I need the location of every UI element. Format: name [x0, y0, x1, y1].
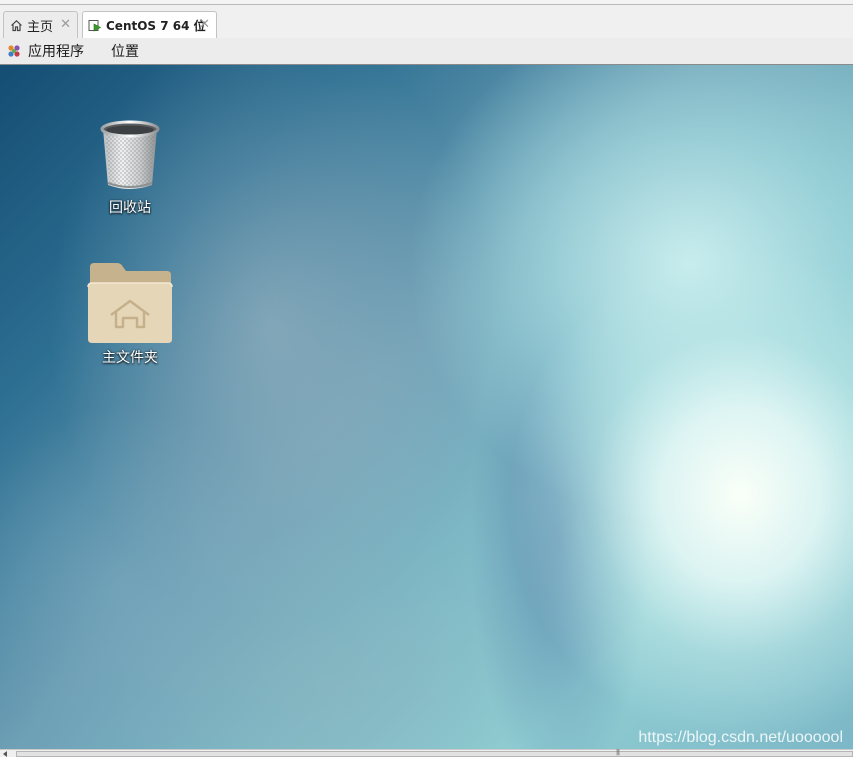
gnome-top-bar: 应用程序 位置 [0, 38, 853, 65]
desktop-icon-home-folder[interactable]: 主文件夹 [80, 261, 180, 367]
tab-centos-label: CentOS 7 64 位 [106, 19, 206, 33]
places-menu[interactable]: 位置 [111, 41, 139, 61]
home-folder-label: 主文件夹 [102, 350, 158, 366]
tab-home-label: 主页 [27, 19, 54, 35]
places-label: 位置 [111, 44, 139, 60]
tab-centos[interactable]: CentOS 7 64 位 ✕ [82, 11, 217, 39]
scrollbar-grip: ||| [616, 749, 620, 756]
home-icon [9, 18, 23, 32]
applications-menu[interactable]: 应用程序 [6, 41, 84, 61]
tab-centos-close-icon[interactable]: ✕ [199, 17, 210, 32]
applications-label: 应用程序 [28, 44, 84, 60]
scroll-left-arrow-icon[interactable] [3, 751, 7, 757]
watermark-text: https://blog.csdn.net/uoooool [638, 729, 843, 746]
desktop-icon-trash[interactable]: 回收站 [80, 117, 180, 217]
trash-label: 回收站 [109, 200, 151, 216]
tab-home[interactable]: 主页 ✕ [3, 11, 78, 38]
horizontal-scrollbar[interactable]: ||| [0, 749, 853, 757]
tab-bar: 主页 ✕ CentOS 7 64 位 ✕ [0, 5, 853, 39]
applications-icon [8, 45, 20, 57]
vm-running-icon [88, 19, 102, 33]
tab-home-close-icon[interactable]: ✕ [60, 17, 71, 32]
scrollbar-thumb[interactable] [16, 751, 853, 757]
trash-icon [100, 120, 160, 189]
desktop[interactable]: 回收站 主文件夹 https://blog.csdn.net/uoooool [0, 65, 853, 749]
home-folder-icon [87, 263, 173, 343]
